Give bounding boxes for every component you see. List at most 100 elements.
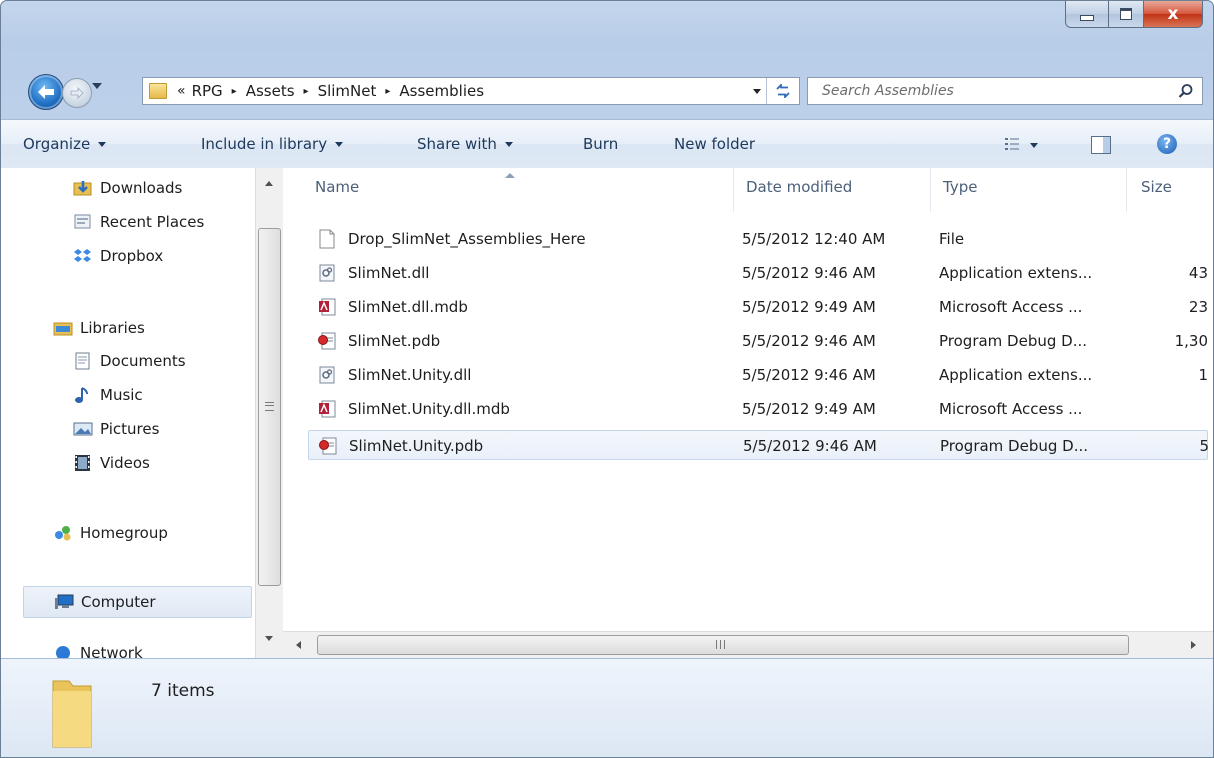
close-button[interactable]: x bbox=[1144, 1, 1203, 28]
organize-label: Organize bbox=[23, 135, 91, 153]
file-type: Microsoft Access ... bbox=[939, 400, 1083, 418]
search-box[interactable] bbox=[807, 77, 1203, 105]
organize-menu[interactable]: Organize bbox=[23, 135, 107, 153]
breadcrumb-overflow[interactable]: « bbox=[177, 83, 186, 99]
column-header-size[interactable]: Size bbox=[1141, 178, 1172, 196]
new-folder-label: New folder bbox=[674, 135, 756, 153]
horizontal-scrollbar[interactable] bbox=[283, 631, 1213, 658]
new-folder-button[interactable]: New folder bbox=[674, 135, 755, 153]
breadcrumb-slimnet[interactable]: SlimNet bbox=[318, 82, 377, 100]
address-bar[interactable]: « RPG ▸ Assets ▸ SlimNet ▸ Assemblies bbox=[142, 77, 800, 105]
column-divider[interactable] bbox=[1126, 168, 1127, 212]
pdb-file-icon bbox=[319, 437, 337, 455]
nav-item-network[interactable]: Network bbox=[53, 638, 143, 658]
file-row[interactable]: SlimNet.dll 5/5/2012 9:46 AM Application… bbox=[308, 258, 1208, 288]
breadcrumb-assemblies[interactable]: Assemblies bbox=[399, 82, 484, 100]
chevron-down-icon bbox=[504, 142, 513, 147]
file-name: SlimNet.dll bbox=[348, 264, 430, 282]
nav-pane-scrollbar[interactable] bbox=[255, 168, 283, 658]
refresh-button[interactable] bbox=[766, 78, 799, 104]
homegroup-icon bbox=[55, 526, 71, 541]
nav-item-pictures[interactable]: Pictures bbox=[73, 414, 159, 444]
breadcrumb-assets[interactable]: Assets bbox=[246, 82, 295, 100]
file-row[interactable]: SlimNet.Unity.dll 5/5/2012 9:46 AM Appli… bbox=[308, 360, 1208, 390]
nav-item-downloads[interactable]: Downloads bbox=[73, 173, 182, 203]
details-pane: 7 items bbox=[1, 658, 1213, 757]
column-header-date-modified[interactable]: Date modified bbox=[746, 178, 852, 196]
include-in-library-menu[interactable]: Include in library bbox=[201, 135, 344, 153]
maximize-button[interactable] bbox=[1109, 1, 1144, 28]
navigation-pane: Downloads Recent Places Dropbox Librarie… bbox=[1, 168, 283, 658]
file-row[interactable]: SlimNet.pdb 5/5/2012 9:46 AM Program Deb… bbox=[308, 326, 1208, 356]
breadcrumb-separator-icon[interactable]: ▸ bbox=[385, 86, 390, 97]
breadcrumb-separator-icon[interactable]: ▸ bbox=[232, 86, 237, 97]
preview-pane-icon[interactable] bbox=[1091, 136, 1111, 154]
nav-item-recent-places[interactable]: Recent Places bbox=[73, 207, 204, 237]
forward-button[interactable] bbox=[62, 78, 92, 108]
folder-icon bbox=[52, 680, 92, 748]
file-row[interactable]: Drop_SlimNet_Assemblies_Here 5/5/2012 12… bbox=[308, 224, 1208, 254]
scroll-down-icon[interactable] bbox=[265, 636, 273, 641]
breadcrumb-separator-icon[interactable]: ▸ bbox=[304, 86, 309, 97]
grip-icon bbox=[716, 640, 725, 649]
search-icon[interactable] bbox=[1178, 83, 1194, 99]
burn-button[interactable]: Burn bbox=[583, 135, 618, 153]
file-type: Application extens... bbox=[939, 366, 1093, 384]
file-size: 43 bbox=[1188, 264, 1208, 282]
column-header-name[interactable]: Name bbox=[315, 178, 359, 196]
caption-buttons: x bbox=[1065, 1, 1203, 29]
network-icon bbox=[56, 646, 70, 658]
address-dropdown-icon[interactable] bbox=[753, 89, 761, 94]
recent-pages-dropdown[interactable] bbox=[92, 83, 102, 89]
nav-item-videos[interactable]: Videos bbox=[73, 448, 150, 478]
minimize-button[interactable] bbox=[1065, 1, 1109, 28]
dll-file-icon bbox=[319, 366, 335, 384]
computer-icon bbox=[55, 594, 74, 609]
file-type: File bbox=[939, 230, 965, 248]
file-type: Microsoft Access ... bbox=[939, 298, 1083, 316]
search-input[interactable] bbox=[820, 82, 1164, 100]
nav-item-music[interactable]: Music bbox=[73, 380, 143, 410]
nav-item-homegroup[interactable]: Homegroup bbox=[53, 518, 168, 548]
breadcrumb-rpg[interactable]: RPG bbox=[192, 82, 223, 100]
blank-file-icon bbox=[319, 229, 335, 249]
nav-item-dropbox[interactable]: Dropbox bbox=[73, 241, 163, 271]
nav-item-computer[interactable]: Computer bbox=[23, 586, 252, 618]
nav-item-label: Homegroup bbox=[80, 524, 168, 542]
file-date-modified: 5/5/2012 9:49 AM bbox=[742, 298, 876, 316]
scrollbar-thumb[interactable] bbox=[317, 635, 1129, 655]
scroll-right-icon[interactable] bbox=[1191, 641, 1196, 649]
file-name: SlimNet.Unity.dll.mdb bbox=[348, 400, 510, 418]
access-file-icon bbox=[319, 298, 336, 316]
file-row[interactable]: SlimNet.dll.mdb 5/5/2012 9:49 AM Microso… bbox=[308, 292, 1208, 322]
change-view-icon[interactable] bbox=[1005, 137, 1019, 151]
help-icon[interactable]: ? bbox=[1157, 134, 1177, 154]
scroll-left-icon[interactable] bbox=[296, 641, 301, 649]
include-in-library-label: Include in library bbox=[201, 135, 328, 153]
file-size: 1,30 bbox=[1174, 332, 1208, 350]
file-size: 5 bbox=[1199, 437, 1209, 455]
view-options-dropdown[interactable] bbox=[1030, 143, 1038, 148]
column-divider[interactable] bbox=[930, 168, 931, 212]
file-date-modified: 5/5/2012 9:46 AM bbox=[742, 264, 876, 282]
nav-item-label: Music bbox=[100, 386, 143, 404]
share-with-menu[interactable]: Share with bbox=[417, 135, 513, 153]
file-list-pane: Name Date modified Type Size Drop_SlimNe… bbox=[283, 168, 1213, 658]
nav-item-libraries[interactable]: Libraries bbox=[53, 313, 145, 343]
recent-places-icon bbox=[74, 214, 91, 229]
back-button[interactable] bbox=[28, 74, 64, 110]
nav-item-label: Libraries bbox=[80, 319, 145, 337]
column-header-type[interactable]: Type bbox=[943, 178, 977, 196]
scrollbar-thumb[interactable] bbox=[258, 228, 281, 586]
nav-item-documents[interactable]: Documents bbox=[73, 346, 186, 376]
file-row[interactable]: SlimNet.Unity.dll.mdb 5/5/2012 9:49 AM M… bbox=[308, 394, 1208, 424]
column-divider[interactable] bbox=[733, 168, 734, 212]
access-file-icon bbox=[319, 400, 336, 418]
scroll-up-icon[interactable] bbox=[265, 181, 273, 186]
documents-icon bbox=[75, 352, 90, 370]
grip-icon bbox=[265, 402, 274, 411]
file-size: 23 bbox=[1188, 298, 1208, 316]
file-type: Program Debug D... bbox=[940, 437, 1089, 455]
nav-item-label: Pictures bbox=[100, 420, 160, 438]
file-row-selected[interactable]: SlimNet.Unity.pdb 5/5/2012 9:46 AM Progr… bbox=[308, 430, 1209, 460]
